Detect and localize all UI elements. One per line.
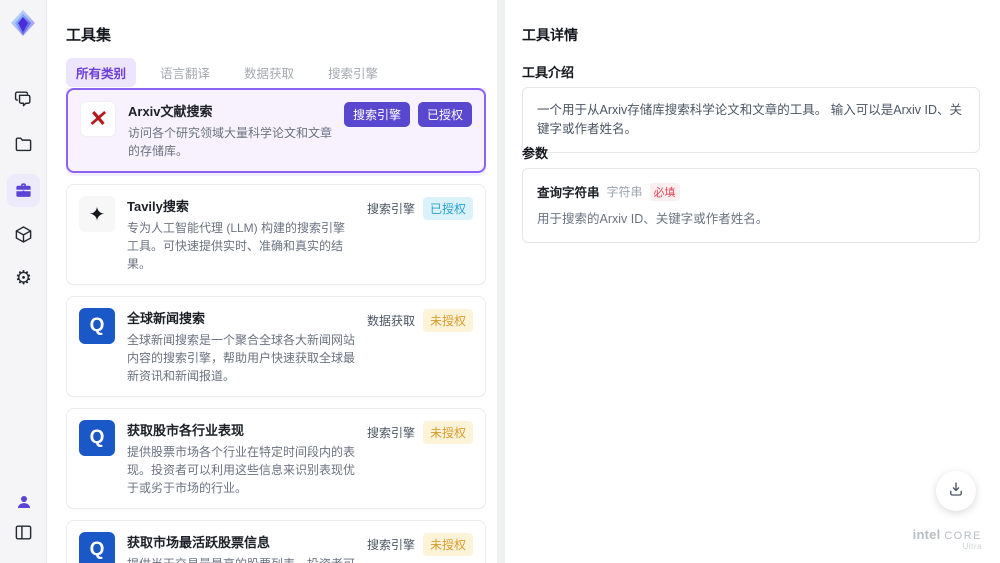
tool-name: Tavily搜索 — [127, 199, 189, 214]
tool-detail-panel: 工具详情 工具介绍 一个用于从Arxiv存储库搜索科学论文和文章的工具。 输入可… — [505, 0, 1000, 563]
tool-card-1[interactable]: ✦ Tavily搜索专为人工智能代理 (LLM) 构建的搜索引擎工具。可快速提供实… — [66, 184, 486, 285]
tool-desc: 提供股票市场各个行业在特定时间段内的表现。投资者可以利用这些信息来识别表现优于或… — [127, 445, 356, 495]
tool-name: 全球新闻搜索 — [127, 311, 206, 326]
brand-sub: Ultra — [962, 541, 982, 551]
tool-desc: 专为人工智能代理 (LLM) 构建的搜索引擎工具。可快速提供实时、准确和真实的结… — [127, 221, 346, 271]
required-badge: 必填 — [649, 182, 680, 201]
sidebar-item-collapse[interactable] — [7, 516, 40, 549]
parameter-desc: 用于搜索的Arxiv ID、关键字或作者姓名。 — [537, 212, 769, 226]
folder-icon — [14, 135, 33, 154]
sidebar-item-chat[interactable] — [7, 82, 40, 115]
tool-desc: 提供当天交易量最高的股票列表，投资者可以利用这些信息来识别流动性强的股票和潜在的… — [127, 555, 357, 563]
tool-card-2[interactable]: Q 全球新闻搜索全球新闻搜索是一个聚合全球各大新闻网站内容的搜索引擎，帮助用户快速… — [66, 296, 486, 397]
category-badge: 搜索引擎 — [366, 202, 415, 216]
tavily-logo: ✦ — [79, 196, 115, 232]
category-badge: 搜索引擎 — [343, 102, 410, 127]
cube-icon — [14, 225, 33, 244]
category-badge: 数据获取 — [366, 314, 415, 328]
category-badge: 搜索引擎 — [366, 538, 415, 552]
tool-card-3[interactable]: Q 获取股市各行业表现提供股票市场各个行业在特定时间段内的表现。投资者可以利用这些… — [66, 408, 486, 509]
sidebar-item-tools[interactable] — [7, 174, 40, 207]
detail-title: 工具详情 — [522, 27, 578, 43]
briefcase-icon — [14, 181, 33, 200]
tool-name: Arxiv文献搜索 — [128, 104, 213, 119]
auth-status-badge: 未授权 — [422, 421, 473, 444]
tool-name: 获取市场最活跃股票信息 — [127, 535, 271, 550]
intel-core-logo: intel CORE Ultra — [913, 528, 982, 551]
app-logo-icon — [8, 8, 38, 38]
tab-1[interactable]: 语言翻译 — [150, 58, 220, 87]
person-icon — [15, 493, 33, 511]
sidebar-item-account[interactable] — [7, 485, 40, 518]
tab-0[interactable]: 所有类别 — [66, 58, 137, 87]
auth-status-badge: 已授权 — [417, 102, 472, 127]
qnews-logo: Q — [79, 532, 115, 563]
tool-desc: 全球新闻搜索是一个聚合全球各大新闻网站内容的搜索引擎，帮助用户快速获取全球最新资… — [127, 333, 356, 383]
auth-status-badge: 未授权 — [422, 309, 473, 332]
intro-card: 一个用于从Arxiv存储库搜索科学论文和文章的工具。 输入可以是Arxiv ID… — [522, 87, 980, 153]
tool-card-0[interactable]: ✕ Arxiv文献搜索访问各个研究领域大量科学论文和文章的存储库。 搜索引擎 已授权 — [66, 88, 486, 173]
download-icon — [947, 480, 965, 503]
tool-list-panel: 工具集 所有类别 语言翻译 数据获取 搜索引擎 ✕ Arxiv文献搜索 访问各个研究领域大… — [47, 0, 533, 563]
brand-intel: intel — [912, 527, 941, 543]
tab-3[interactable]: 搜索引擎 — [318, 58, 388, 87]
parameter-type: 字符串 — [606, 185, 643, 199]
qnews-logo: Q — [79, 420, 115, 456]
sidebar-item-settings[interactable]: ⚙ — [7, 262, 40, 295]
qnews-logo: Q — [79, 308, 115, 344]
icon-rail: ⚙ — [0, 0, 47, 563]
intro-section-header: 工具介绍 — [522, 65, 575, 80]
page-title: 工具集 — [66, 27, 112, 44]
parameter-card: 查询字符串 字符串 必填 用于搜索的Arxiv ID、关键字或作者姓名。 — [522, 168, 980, 243]
params-section-header: 参数 — [522, 146, 549, 161]
gear-icon: ⚙ — [14, 268, 33, 289]
download-button[interactable] — [936, 471, 976, 511]
sidebar-item-files[interactable] — [7, 128, 40, 161]
panel-icon — [14, 523, 33, 542]
tab-2[interactable]: 数据获取 — [234, 58, 304, 87]
tool-card-4[interactable]: Q 获取市场最活跃股票信息提供当天交易量最高的股票列表，投资者可以利用这些信息来识… — [66, 520, 486, 563]
chat-icon — [14, 89, 33, 108]
tool-list: ✕ Arxiv文献搜索 访问各个研究领域大量科学论文和文章的存储库。 搜索引擎 已授权 ✦… — [66, 88, 486, 563]
tool-name: 获取股市各行业表现 — [127, 423, 245, 438]
brand-core: CORE — [944, 530, 982, 543]
auth-status-badge: 已授权 — [422, 197, 473, 220]
category-tabs: 所有类别 语言翻译 数据获取 搜索引擎 — [66, 58, 388, 87]
tool-desc: 访问各个研究领域大量科学论文和文章的存储库。 — [128, 126, 333, 158]
sidebar-item-models[interactable] — [7, 218, 40, 251]
category-badge: 搜索引擎 — [366, 426, 415, 440]
auth-status-badge: 未授权 — [422, 533, 473, 556]
arxiv-logo: ✕ — [80, 101, 116, 137]
parameter-name: 查询字符串 — [537, 186, 600, 200]
